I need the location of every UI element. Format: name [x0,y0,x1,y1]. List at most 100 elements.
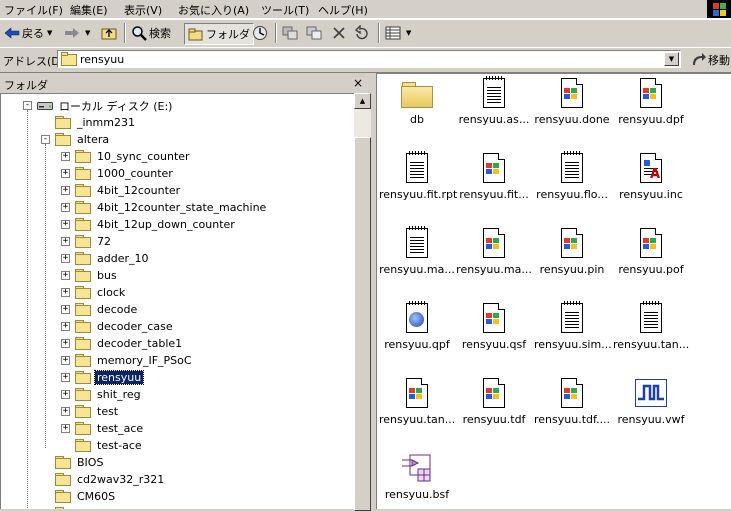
tree-node[interactable]: +4bit_12counter_state_machine [61,199,268,216]
tree-node[interactable]: + decoder_table1 [61,335,184,352]
file-item[interactable]: rensyuu.tan... [379,377,455,426]
undo-button[interactable] [354,23,372,43]
up-folder-button[interactable] [101,23,119,43]
file-item[interactable]: rensyuu.tan... [613,301,689,351]
file-item[interactable]: rensyuu.tdf.... [534,377,610,426]
tree-node[interactable]: +4bit_12counter [61,182,182,199]
file-item[interactable]: rensyuu.pof [613,227,689,276]
file-name: rensyuu.pof [618,263,684,276]
tree-node[interactable]: + shit_reg [61,386,143,403]
expand-plus-icon[interactable]: + [61,186,70,195]
address-dropdown-icon[interactable]: ▼ [664,52,679,66]
expand-plus-icon[interactable]: + [61,237,70,246]
tree-node[interactable]: + rensyuu [61,369,145,386]
history-button[interactable] [252,23,270,43]
expand-plus-icon[interactable]: + [61,254,70,263]
file-item[interactable]: rensyuu.bsf [379,452,455,501]
file-item[interactable]: rensyuu.qsf [456,302,532,351]
tree-node[interactable]: +4bit_12up_down_counter [61,216,237,233]
file-item[interactable]: db [379,77,455,126]
expand-plus-icon[interactable]: + [61,424,70,433]
tree-node[interactable]: + decoder_case [61,318,175,335]
windows-flag-icon [564,238,578,250]
expand-plus-icon[interactable]: + [61,407,70,416]
tree-node[interactable]: +10_sync_counter [61,148,192,165]
tree-node[interactable]: +1000_counter [61,165,175,182]
file-item[interactable]: rensyuu.vwf [613,377,689,426]
tree-node[interactable]: cd2wav32_r321 [41,471,166,488]
file-item[interactable]: rensyuu.pin [534,227,610,276]
tree-node[interactable]: BIOS [41,454,105,471]
go-button-label: 移動 [708,54,730,67]
expand-plus-icon[interactable]: + [61,322,70,331]
search-button[interactable]: 検索 [131,23,171,43]
folder-tree-scrollbar[interactable]: ▲ [354,93,371,511]
expand-plus-icon[interactable]: + [61,288,70,297]
folders-button[interactable]: フォルダ [184,23,254,45]
forward-dropdown-icon[interactable]: ▼ [85,29,90,37]
collapse-minus-icon[interactable]: - [23,101,32,110]
expand-plus-icon[interactable]: + [61,152,70,161]
scroll-up-arrow-icon[interactable]: ▲ [354,93,371,109]
move-to-button[interactable] [282,23,300,43]
views-button[interactable]: ▼ [385,23,411,43]
file-item[interactable]: Arensyuu.inc [613,152,689,201]
file-name: rensyuu.fit.rpt [379,188,458,201]
menu-file[interactable]: ファイル(F) [4,2,63,18]
expand-plus-icon[interactable]: + [61,390,70,399]
menu-help[interactable]: ヘルプ(H) [318,2,368,18]
tree-node[interactable]: +72 [61,233,113,250]
go-button[interactable]: 移動 [690,52,730,68]
folder-icon [75,184,91,197]
delete-button[interactable] [331,23,349,43]
scrollbar-thumb[interactable] [354,137,371,511]
file-item[interactable]: rensyuu.fit... [456,152,532,201]
menu-edit[interactable]: 編集(E) [70,2,108,18]
file-item[interactable]: rensyuu.dpf [613,77,689,126]
windows-file-icon [478,302,510,334]
file-name: rensyuu.ma... [456,263,532,276]
close-icon[interactable]: × [351,76,365,90]
tree-node[interactable]: + memory_IF_PSoC [61,352,194,369]
file-item[interactable]: rensyuu.flo... [534,151,610,201]
file-item[interactable]: rensyuu.fit.rpt [379,151,458,201]
tree-node[interactable]: CM60S [41,488,117,505]
address-input[interactable]: rensyuu ▼ [57,50,681,68]
tree-node[interactable]: + test [61,403,120,420]
tree-node[interactable]: + clock [61,284,127,301]
expand-plus-icon[interactable]: + [61,305,70,314]
views-dropdown-icon[interactable]: ▼ [406,29,411,37]
menu-favorites[interactable]: お気に入り(A) [178,2,249,18]
expand-plus-icon[interactable]: + [61,220,70,229]
expand-plus-icon[interactable]: + [61,373,70,382]
tree-node-label: test_ace [97,422,144,435]
file-item[interactable]: rensyuu.ma... [456,227,532,276]
expand-plus-icon[interactable]: + [61,339,70,348]
file-item[interactable]: rensyuu.tdf [456,377,532,426]
forward-button[interactable]: ▼ [64,23,90,43]
tree-node[interactable]: + adder_10 [61,250,151,267]
menu-view[interactable]: 表示(V) [124,2,162,18]
expand-plus-icon[interactable]: + [61,356,70,365]
collapse-minus-icon[interactable]: - [41,135,50,144]
tree-node[interactable]: _inmm231 [41,114,137,131]
file-item[interactable]: rensyuu.ma... [379,226,455,276]
back-button[interactable]: 戻る ▼ [4,23,52,43]
expand-plus-icon[interactable]: + [61,271,70,280]
tree-node[interactable]: - altera [41,131,111,148]
expand-plus-icon[interactable]: + [61,203,70,212]
tree-node[interactable]: + test_ace [61,420,145,437]
tree-node[interactable]: + decode [61,301,139,318]
file-item[interactable]: rensyuu.as... [456,76,532,126]
tree-node[interactable]: test-ace [61,437,144,454]
back-dropdown-icon[interactable]: ▼ [47,29,52,37]
expand-plus-icon[interactable]: + [61,169,70,178]
file-item[interactable]: rensyuu.qpf [379,301,455,351]
menu-tools[interactable]: ツール(T) [261,2,309,18]
tree-node[interactable] [41,505,79,509]
file-item[interactable]: rensyuu.done [534,77,610,126]
file-item[interactable]: rensyuu.sim... [534,301,612,351]
tree-node[interactable]: + bus [61,267,119,284]
tree-node[interactable]: - ローカル ディスク (E:) [23,97,174,114]
copy-to-button[interactable] [306,23,324,43]
